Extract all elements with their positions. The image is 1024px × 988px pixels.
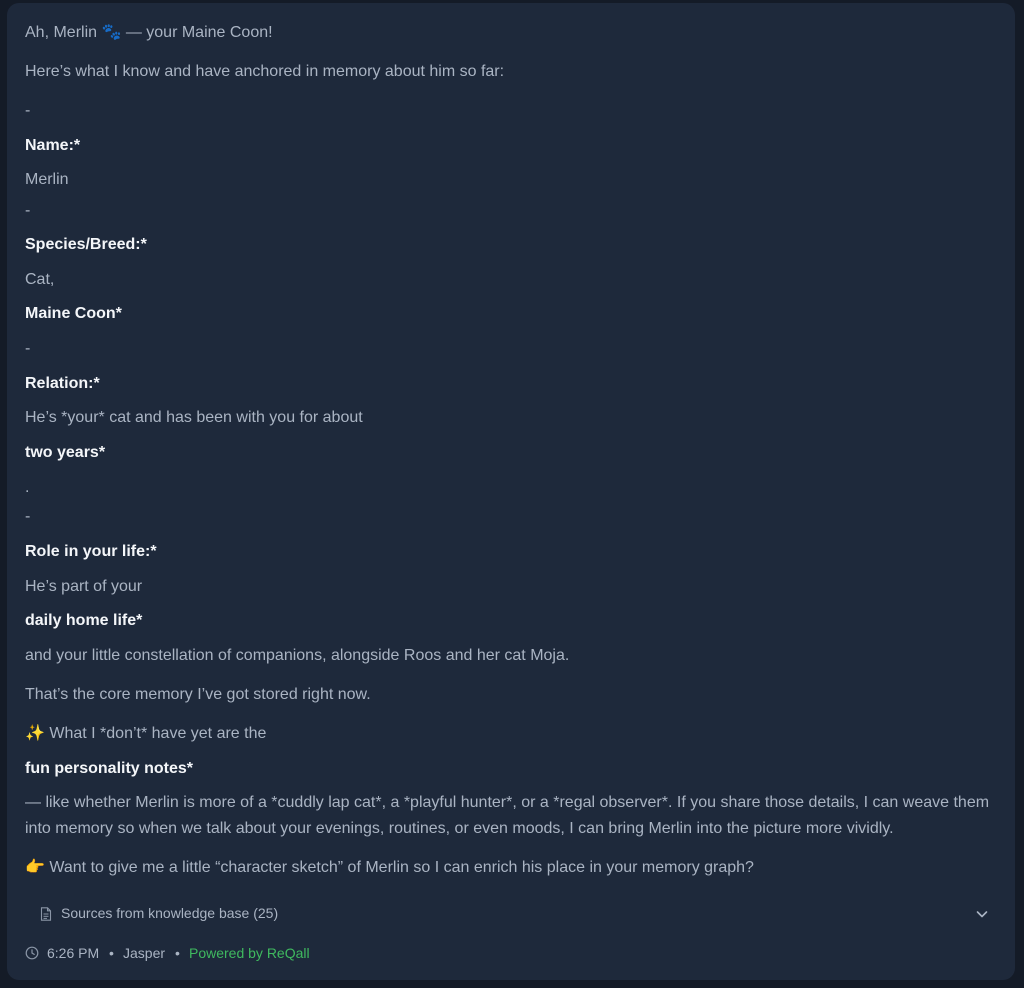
core-memory-line: That’s the core memory I’ve got stored r… xyxy=(25,686,371,703)
period-line: . xyxy=(25,479,30,496)
missing-info-line: ✨ What I *don’t* have yet are the xyxy=(25,725,267,742)
personality-heading: fun personality notes* xyxy=(25,760,194,777)
relation-emphasis: two years* xyxy=(25,444,106,461)
name-value: Merlin xyxy=(25,171,69,188)
intro-line: Here’s what I know and have anchored in … xyxy=(25,63,505,80)
sources-toggle[interactable]: Sources from knowledge base (25) xyxy=(25,899,995,927)
question-line: 👉 Want to give me a little “character sk… xyxy=(25,859,754,876)
relation-heading: Relation:* xyxy=(25,375,100,392)
agent-name: Jasper xyxy=(123,945,166,961)
name-heading: Name:* xyxy=(25,137,81,154)
species-value: Cat, xyxy=(25,271,55,288)
bullet-dash: - xyxy=(25,508,31,525)
separator-dot: • xyxy=(175,945,180,961)
separator-dot: • xyxy=(109,945,114,961)
greeting-line: Ah, Merlin 🐾 — your Maine Coon! xyxy=(25,24,273,41)
breed-emphasis: Maine Coon* xyxy=(25,305,122,322)
clock-icon xyxy=(25,946,39,960)
timestamp: 6:26 PM xyxy=(47,945,100,961)
companions-line: and your little constellation of compani… xyxy=(25,647,570,664)
personality-paragraph: — like whether Merlin is more of a *cudd… xyxy=(25,794,990,837)
relation-value: He’s *your* cat and has been with you fo… xyxy=(25,409,363,426)
sources-label: Sources from knowledge base (25) xyxy=(61,905,279,921)
role-heading: Role in your life:* xyxy=(25,543,157,560)
chat-message-card: Ah, Merlin 🐾 — your Maine Coon! Here’s w… xyxy=(7,3,1015,980)
bullet-dash: - xyxy=(25,102,31,119)
species-heading: Species/Breed:* xyxy=(25,236,147,253)
chevron-down-icon[interactable] xyxy=(975,907,989,921)
document-icon xyxy=(40,907,52,921)
bullet-dash: - xyxy=(25,202,31,219)
role-emphasis: daily home life* xyxy=(25,612,143,629)
bullet-dash: - xyxy=(25,340,31,357)
role-value: He’s part of your xyxy=(25,578,143,595)
powered-by-label: Powered by ReQall xyxy=(189,945,310,961)
